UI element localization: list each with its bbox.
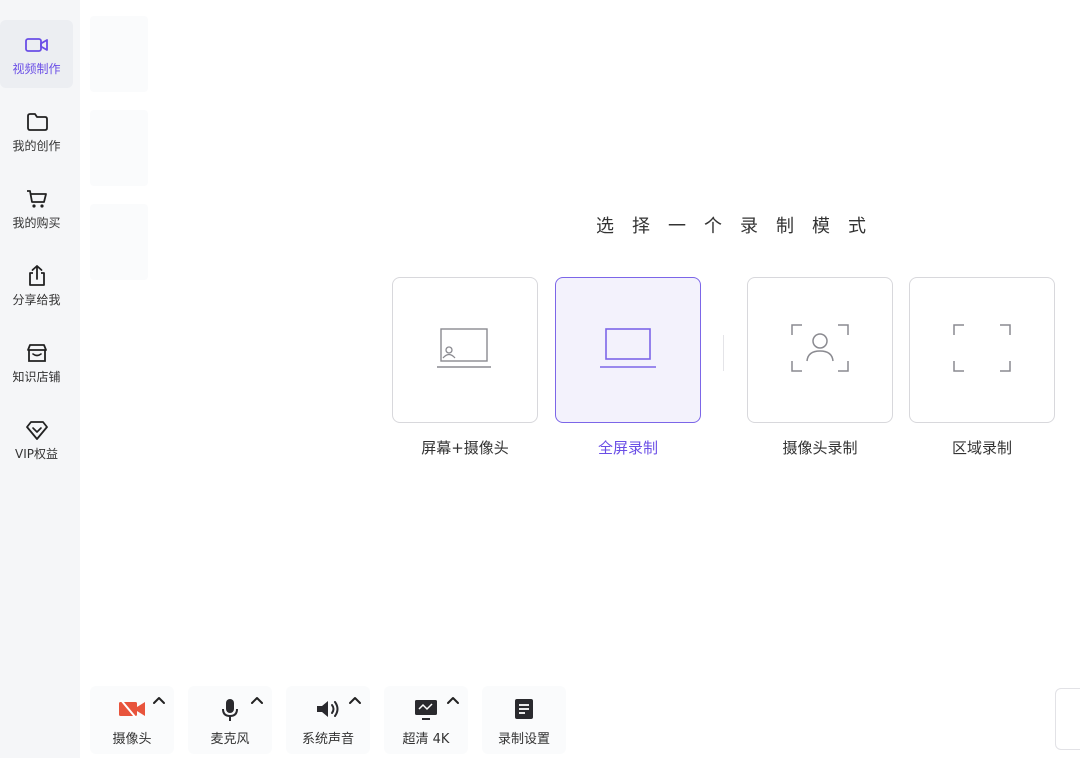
settings-doc-icon (513, 698, 535, 722)
speaker-icon (315, 698, 341, 722)
sidebar-item-my-creations[interactable]: 我的创作 (0, 97, 73, 165)
mode-label: 区域录制 (951, 439, 1012, 457)
placeholder-card (90, 110, 148, 186)
sidebar-item-my-purchases[interactable]: 我的购买 (0, 174, 73, 242)
region-frame-icon (952, 323, 1012, 377)
screen-camera-icon (435, 326, 495, 374)
system-audio-button[interactable]: 系统声音 (286, 686, 370, 754)
video-camera-icon (24, 32, 50, 58)
sidebar-item-label: 我的创作 (12, 138, 61, 153)
sidebar-item-video-production[interactable]: 视频制作 (0, 20, 73, 88)
person-frame-icon (790, 323, 850, 377)
mode-fullscreen-card[interactable] (555, 277, 701, 423)
sidebar-item-vip-benefits[interactable]: VIP权益 (0, 405, 73, 473)
resolution-button[interactable]: 超清 4K (384, 686, 468, 754)
divider (723, 335, 724, 371)
chevron-up-icon[interactable] (446, 692, 460, 704)
camera-off-icon (118, 698, 146, 722)
start-recording-button[interactable] (1055, 688, 1080, 750)
microphone-button[interactable]: 麦克风 (188, 686, 272, 754)
page-title: 选择一个录制模式 (596, 216, 884, 237)
diamond-icon (24, 417, 50, 443)
recording-settings-button[interactable]: 录制设置 (482, 686, 566, 754)
app-window: 视频制作 我的创作 我的购买 分享给我 知识店铺 VIP权益 选择一个录制模式 … (0, 0, 1080, 758)
sidebar-item-knowledge-store[interactable]: 知识店铺 (0, 328, 73, 396)
sidebar-item-label: 分享给我 (12, 292, 61, 307)
mode-screen-camera-card[interactable] (392, 277, 538, 423)
toolbar-item-label: 录制设置 (497, 732, 550, 747)
store-icon (24, 340, 50, 366)
monitor-icon (413, 698, 439, 722)
mode-label: 摄像头录制 (782, 439, 858, 457)
chevron-up-icon[interactable] (250, 692, 264, 704)
sidebar: 视频制作 我的创作 我的购买 分享给我 知识店铺 VIP权益 (0, 0, 80, 758)
toolbar-item-label: 超清 4K (402, 732, 450, 747)
folder-icon (24, 109, 50, 135)
chevron-up-icon[interactable] (348, 692, 362, 704)
sidebar-item-label: 知识店铺 (12, 369, 61, 384)
sidebar-item-shared-with-me[interactable]: 分享给我 (0, 251, 73, 319)
mode-camera-card[interactable] (747, 277, 893, 423)
mode-label: 全屏录制 (597, 439, 658, 457)
toolbar-item-label: 麦克风 (210, 732, 250, 747)
sidebar-item-label: 我的购买 (12, 215, 61, 230)
microphone-icon (219, 698, 241, 722)
placeholder-card (90, 204, 148, 280)
laptop-icon (598, 326, 658, 374)
cart-icon (24, 186, 50, 212)
toolbar-item-label: 摄像头 (112, 732, 152, 747)
mode-label: 屏幕+摄像头 (421, 439, 509, 457)
chevron-up-icon[interactable] (152, 692, 166, 704)
share-icon (24, 263, 50, 289)
camera-toggle-button[interactable]: 摄像头 (90, 686, 174, 754)
sidebar-item-label: VIP权益 (15, 446, 58, 461)
mode-region-card[interactable] (909, 277, 1055, 423)
placeholder-card (90, 16, 148, 92)
sidebar-item-label: 视频制作 (12, 61, 61, 76)
toolbar-item-label: 系统声音 (301, 732, 354, 747)
